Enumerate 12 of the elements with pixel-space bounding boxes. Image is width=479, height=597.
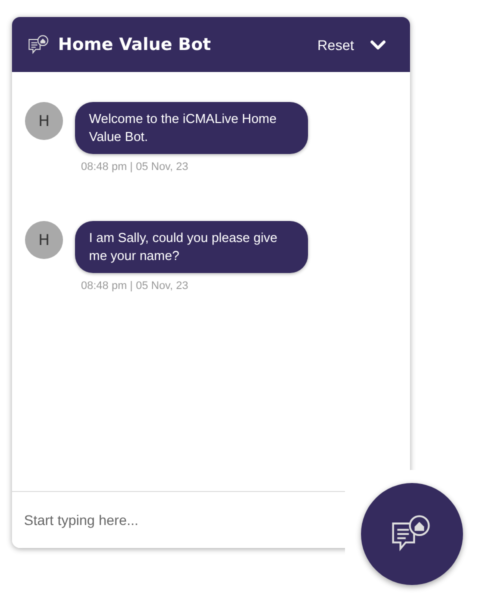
message-time: 08:48 pm | 05 Nov, 23	[81, 280, 190, 292]
avatar: H	[25, 102, 63, 140]
reset-button[interactable]: Reset	[317, 36, 354, 52]
chevron-down-icon[interactable]	[370, 40, 386, 50]
message-time: 08:48 pm | 05 Nov, 23	[81, 161, 190, 173]
avatar: H	[25, 221, 63, 259]
chat-launcher-button[interactable]	[361, 482, 463, 584]
message-bubble: Welcome to the iCMALive Home Value Bot.	[75, 102, 308, 154]
message-bubble: I am Sally, could you please give me your name?	[75, 221, 308, 273]
chat-bot-icon	[28, 34, 50, 54]
message-input[interactable]: Start typing here...	[12, 492, 332, 548]
chat-title: Home Value Bot	[58, 34, 212, 54]
